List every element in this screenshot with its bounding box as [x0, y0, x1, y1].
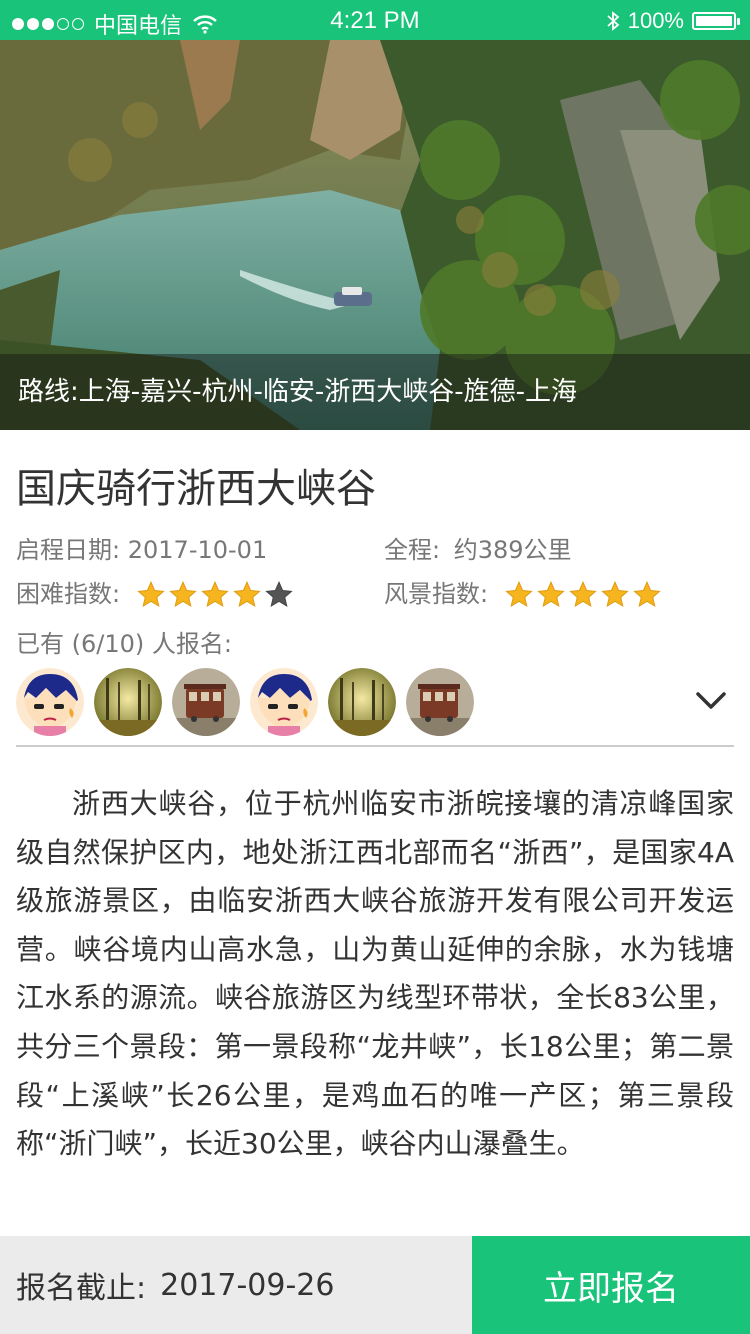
- star-filled-icon: [537, 581, 565, 608]
- status-right: 100%: [606, 8, 740, 34]
- distance-value: 约389公里: [453, 536, 572, 564]
- star-filled-icon: [137, 581, 165, 608]
- scenery-stars: [504, 580, 662, 610]
- signup-deadline: 报名截止: 2017-09-26: [0, 1236, 472, 1334]
- participant-avatars: [16, 668, 474, 736]
- forest-avatar: [94, 668, 162, 736]
- tram-avatar: [172, 668, 240, 736]
- deadline-date: 2017-09-26: [160, 1267, 335, 1303]
- divider: [16, 745, 734, 747]
- difficulty-label: 困难指数:: [16, 580, 121, 608]
- star-filled-icon: [169, 581, 197, 608]
- chevron-down-icon[interactable]: [694, 684, 728, 718]
- distance-label: 全程:: [384, 536, 441, 564]
- forest-avatar: [328, 668, 396, 736]
- start-date-value: 2017-10-01: [127, 536, 268, 564]
- scenery-label: 风景指数:: [384, 580, 489, 608]
- avatar[interactable]: [406, 668, 474, 736]
- avatar[interactable]: [250, 668, 318, 736]
- route-text: 路线:上海-嘉兴-杭州-临安-浙西大峡谷-旌德-上海: [18, 377, 578, 407]
- battery-percent: 100%: [627, 8, 684, 33]
- cartoon-boy-avatar: [250, 668, 318, 736]
- star-filled-icon: [201, 581, 229, 608]
- start-date-row: 启程日期: 2017-10-01: [16, 530, 267, 565]
- star-filled-icon: [233, 581, 261, 608]
- scenery-row: 风景指数:: [384, 574, 662, 610]
- avatar[interactable]: [328, 668, 396, 736]
- signup-button[interactable]: 立即报名: [472, 1236, 750, 1334]
- page-title: 国庆骑行浙西大峡谷: [16, 466, 376, 512]
- avatar[interactable]: [172, 668, 240, 736]
- description-text: 浙西大峡谷，位于杭州临安市浙皖接壤的清凉峰国家级自然保护区内，地处浙江西北部而名…: [16, 787, 734, 1161]
- star-filled-icon: [633, 581, 661, 608]
- status-bar: 中国电信 4:21 PM 100%: [0, 0, 750, 40]
- tram-avatar: [406, 668, 474, 736]
- bluetooth-icon: [607, 11, 620, 31]
- hero-image: 路线:上海-嘉兴-杭州-临安-浙西大峡谷-旌德-上海: [0, 40, 750, 430]
- star-empty-icon: [265, 581, 293, 608]
- start-date-label: 启程日期:: [16, 536, 121, 564]
- deadline-label: 报名截止:: [16, 1271, 147, 1306]
- footer-bar: 报名截止: 2017-09-26 立即报名: [0, 1236, 750, 1334]
- star-filled-icon: [505, 581, 533, 608]
- battery-icon: [692, 12, 740, 30]
- star-filled-icon: [569, 581, 597, 608]
- avatar[interactable]: [94, 668, 162, 736]
- difficulty-row: 困难指数:: [16, 574, 294, 610]
- avatar[interactable]: [16, 668, 84, 736]
- distance-row: 全程: 约389公里: [384, 530, 572, 565]
- cartoon-boy-avatar: [16, 668, 84, 736]
- joined-count: 已有 (6/10) 人报名:: [16, 630, 232, 658]
- route-bar: 路线:上海-嘉兴-杭州-临安-浙西大峡谷-旌德-上海: [0, 354, 750, 430]
- star-filled-icon: [601, 581, 629, 608]
- difficulty-stars: [136, 580, 294, 610]
